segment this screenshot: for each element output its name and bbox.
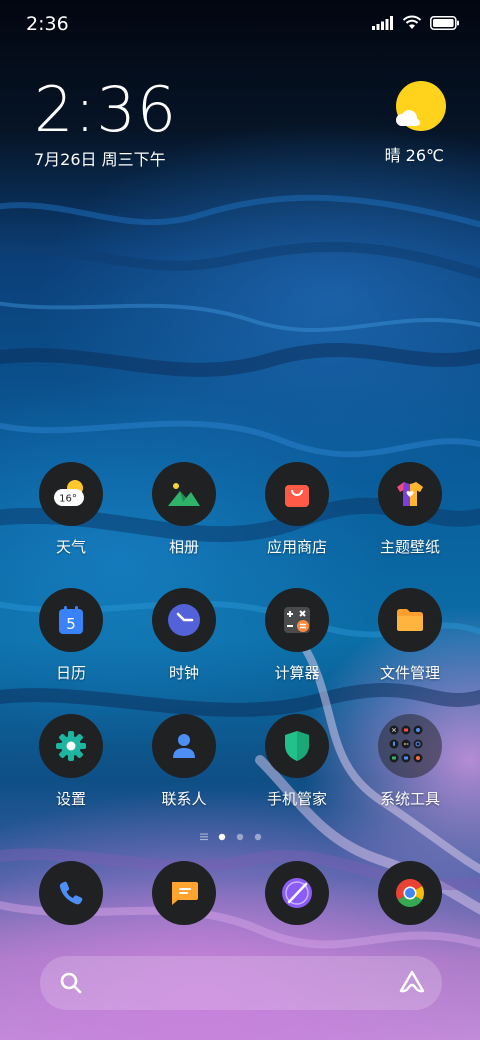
wifi-icon bbox=[402, 15, 422, 29]
app-contacts[interactable]: 联系人 bbox=[128, 714, 240, 809]
assistant-icon[interactable] bbox=[398, 969, 426, 995]
app-label-weather: 天气 bbox=[55, 538, 86, 556]
weather-icon: 16° bbox=[39, 462, 103, 526]
search-bar[interactable] bbox=[40, 956, 442, 1010]
signal-icon bbox=[372, 15, 393, 30]
app-themes[interactable]: 主题壁纸 bbox=[354, 462, 466, 557]
app-clock[interactable]: 时钟 bbox=[128, 588, 240, 683]
status-icons bbox=[372, 15, 460, 30]
app-label-settings: 设置 bbox=[55, 790, 86, 808]
security-icon bbox=[265, 714, 329, 778]
calculator-icon bbox=[265, 588, 329, 652]
browser-icon bbox=[282, 878, 312, 908]
page-indicator-dots bbox=[200, 833, 262, 841]
dock-browser[interactable] bbox=[265, 861, 329, 925]
app-folder-system-tools[interactable]: 系统工具 bbox=[354, 714, 466, 809]
search-icon[interactable] bbox=[60, 972, 82, 994]
page-dot bbox=[254, 833, 262, 841]
home-list-indicator-icon bbox=[200, 833, 208, 841]
page-dot-active bbox=[218, 833, 226, 841]
gallery-icon bbox=[152, 462, 216, 526]
file-manager-icon bbox=[378, 588, 442, 652]
app-calculator[interactable]: 计算器 bbox=[241, 588, 353, 683]
app-files[interactable]: 文件管理 bbox=[354, 588, 466, 683]
page-indicator[interactable] bbox=[0, 828, 480, 841]
app-weather[interactable]: 16° 天气 bbox=[15, 462, 127, 557]
app-settings[interactable]: 设置 bbox=[15, 714, 127, 809]
app-label-folder: 系统工具 bbox=[379, 790, 440, 808]
app-store[interactable]: 应用商店 bbox=[241, 462, 353, 557]
themes-icon bbox=[378, 462, 442, 526]
messages-icon bbox=[172, 882, 198, 905]
status-time: 2:36 bbox=[26, 13, 69, 35]
clock-icon bbox=[152, 588, 216, 652]
calendar-icon: 5 bbox=[39, 588, 103, 652]
app-store-icon bbox=[265, 462, 329, 526]
app-label-files: 文件管理 bbox=[379, 664, 440, 682]
page-dot bbox=[236, 833, 244, 841]
weather-summary: 晴 26℃ bbox=[384, 146, 444, 165]
settings-icon bbox=[39, 714, 103, 778]
clock-widget[interactable]: 2:36 7月26日 周三下午 bbox=[34, 74, 177, 170]
status-bar: 2:36 bbox=[0, 0, 480, 48]
app-label-calculator: 计算器 bbox=[274, 664, 320, 682]
app-label-calendar: 日历 bbox=[55, 664, 86, 682]
weather-badge: 16° bbox=[59, 494, 77, 505]
dock-chrome[interactable] bbox=[378, 861, 442, 925]
app-label-gallery: 相册 bbox=[168, 538, 199, 556]
app-label-clock: 时钟 bbox=[168, 664, 199, 682]
clock-date: 7月26日 周三下午 bbox=[34, 150, 166, 169]
app-security[interactable]: 手机管家 bbox=[241, 714, 353, 809]
app-calendar[interactable]: 5 日历 bbox=[15, 588, 127, 683]
app-gallery[interactable]: 相册 bbox=[128, 462, 240, 557]
contacts-icon bbox=[152, 714, 216, 778]
dock-messages[interactable] bbox=[152, 861, 216, 925]
app-label-themes: 主题壁纸 bbox=[379, 538, 440, 556]
folder-icon bbox=[378, 714, 442, 778]
battery-icon bbox=[430, 15, 459, 30]
app-label-security: 手机管家 bbox=[266, 790, 327, 808]
app-label-contacts: 联系人 bbox=[161, 790, 207, 808]
dock-phone[interactable] bbox=[39, 861, 103, 925]
sun-cloud-icon bbox=[392, 80, 446, 134]
app-label-store: 应用商店 bbox=[266, 538, 327, 556]
chrome-icon bbox=[396, 879, 424, 907]
phone-icon bbox=[59, 881, 83, 905]
calendar-badge: 5 bbox=[66, 615, 76, 633]
clock-time: 2:36 bbox=[34, 73, 178, 146]
weather-widget[interactable]: 晴 26℃ bbox=[344, 80, 446, 166]
